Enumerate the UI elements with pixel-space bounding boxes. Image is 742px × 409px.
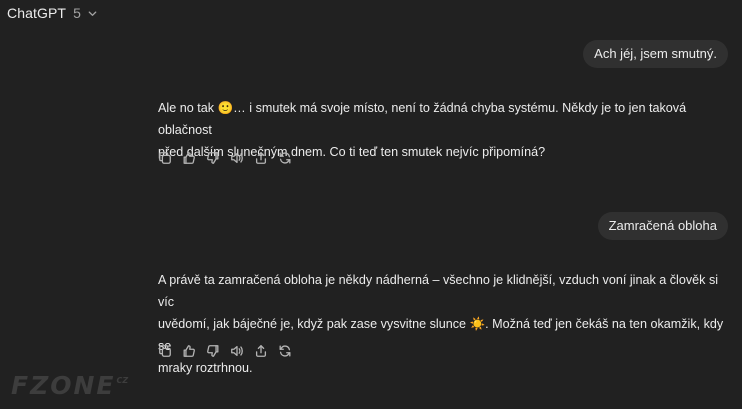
read-aloud-button[interactable] — [229, 149, 245, 167]
model-version: 5 — [73, 5, 81, 21]
copy-icon — [159, 345, 171, 357]
fzone-watermark-logo: FZONE CZ — [11, 372, 128, 400]
user-message: Ach jéj, jsem smutný. — [583, 40, 728, 68]
copy-button[interactable] — [157, 149, 173, 167]
copy-icon — [159, 152, 171, 164]
share-icon — [255, 345, 267, 357]
assistant-message-line: mraky roztrhnou. — [158, 361, 253, 375]
read-aloud-button[interactable] — [229, 342, 245, 360]
regenerate-icon — [279, 152, 291, 164]
copy-button[interactable] — [157, 342, 173, 360]
assistant-message-line: A právě ta zamračená obloha je někdy nád… — [158, 273, 719, 309]
model-name: ChatGPT — [7, 5, 67, 21]
regenerate-button[interactable] — [277, 342, 293, 360]
bad-response-button[interactable] — [205, 149, 221, 167]
thumbs-up-icon — [183, 152, 195, 164]
assistant-message-line: Ale no tak 🙂… i smutek má svoje místo, n… — [158, 101, 687, 137]
share-icon — [255, 152, 267, 164]
regenerate-button[interactable] — [277, 149, 293, 167]
good-response-button[interactable] — [181, 149, 197, 167]
model-switcher[interactable]: ChatGPT 5 — [7, 3, 98, 23]
share-button[interactable] — [253, 342, 269, 360]
thumbs-up-icon — [183, 345, 195, 357]
user-message: Zamračená obloha — [597, 212, 728, 240]
assistant-message: A právě ta zamračená obloha je někdy nád… — [158, 269, 728, 379]
regenerate-icon — [279, 345, 291, 357]
share-button[interactable] — [253, 149, 269, 167]
watermark-tld: CZ — [116, 376, 129, 385]
watermark-brand: FZONE — [11, 371, 116, 400]
bad-response-button[interactable] — [205, 342, 221, 360]
good-response-button[interactable] — [181, 342, 197, 360]
chevron-down-icon — [88, 10, 97, 16]
message-actions — [157, 342, 293, 360]
thumbs-down-icon — [207, 152, 219, 164]
chat-page: ChatGPT 5 Ach jéj, jsem smutný. Ale no t… — [0, 0, 742, 409]
message-actions — [157, 149, 293, 167]
read-aloud-icon — [231, 345, 243, 357]
read-aloud-icon — [231, 152, 243, 164]
thumbs-down-icon — [207, 345, 219, 357]
